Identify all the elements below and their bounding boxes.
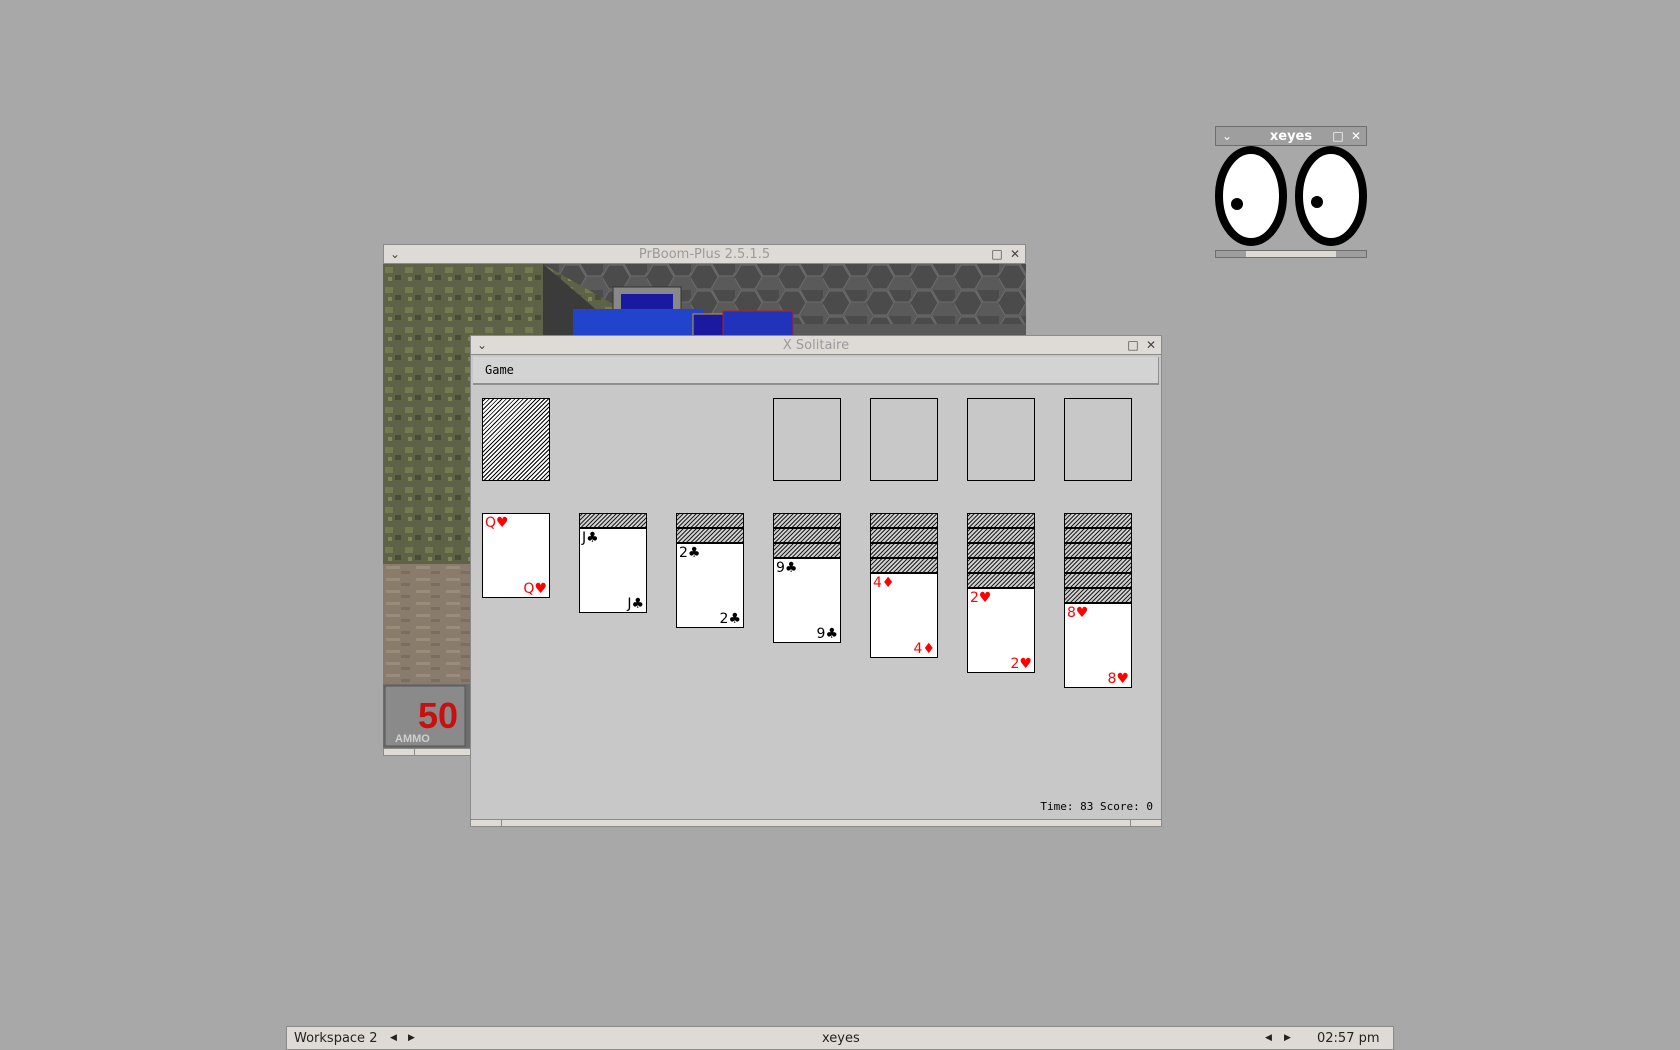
resize-handle[interactable] bbox=[1215, 250, 1367, 258]
next-window-icon[interactable]: ▶ bbox=[1284, 1033, 1291, 1043]
minimize-icon[interactable]: ⌄ bbox=[387, 246, 403, 262]
right-pupil bbox=[1311, 196, 1323, 208]
card-label-bottom: 8♥ bbox=[1107, 671, 1129, 687]
card-label-bottom: Q♥ bbox=[523, 581, 547, 597]
next-workspace-icon[interactable]: ▶ bbox=[408, 1033, 415, 1043]
card-back[interactable] bbox=[967, 528, 1035, 543]
ammo-label: AMMO bbox=[395, 733, 430, 745]
face-up-card[interactable]: 9♣ 9♣ bbox=[773, 558, 841, 643]
card-label-top: 2♣ bbox=[679, 545, 701, 561]
card-label-bottom: 2♥ bbox=[1010, 656, 1032, 672]
card-back[interactable] bbox=[1064, 513, 1132, 528]
maximize-icon[interactable]: □ bbox=[989, 246, 1005, 262]
card-back[interactable] bbox=[967, 513, 1035, 528]
card-back[interactable] bbox=[870, 528, 938, 543]
window-title: X Solitaire bbox=[782, 337, 850, 353]
card-label-top: Q♥ bbox=[485, 515, 509, 531]
card-back[interactable] bbox=[773, 513, 841, 528]
card-back[interactable] bbox=[676, 528, 744, 543]
menu-bar: Game bbox=[473, 357, 1159, 385]
stock-pile[interactable] bbox=[482, 398, 550, 481]
maximize-icon[interactable]: □ bbox=[1125, 337, 1141, 353]
solitaire-table: Game Q♥ Q♥ J♣ J♣ 2♣ 2♣ 9♣ 9♣ 4♦ 4♦ 2♥ 2♥ 8♥ 8♥ Time: … bbox=[470, 355, 1162, 819]
prev-window-icon[interactable]: ◀ bbox=[1265, 1033, 1272, 1043]
face-up-card[interactable]: J♣ J♣ bbox=[579, 528, 647, 613]
card-back[interactable] bbox=[1064, 558, 1132, 573]
solitaire-titlebar[interactable]: ⌄ X Solitaire □ ✕ bbox=[470, 335, 1162, 355]
card-label-top: 8♥ bbox=[1067, 605, 1089, 621]
foundation-slot[interactable] bbox=[870, 398, 938, 481]
card-back[interactable] bbox=[1064, 528, 1132, 543]
face-up-card[interactable]: 2♥ 2♥ bbox=[967, 588, 1035, 673]
card-back[interactable] bbox=[967, 543, 1035, 558]
taskbar: Workspace 2 ◀ ▶ xeyes ◀ ▶ 02:57 pm bbox=[286, 1026, 1394, 1050]
face-up-card[interactable]: 4♦ 4♦ bbox=[870, 573, 938, 658]
prev-workspace-icon[interactable]: ◀ bbox=[390, 1033, 397, 1043]
menu-game[interactable]: Game bbox=[485, 363, 514, 377]
left-eye bbox=[1215, 146, 1287, 246]
face-up-card[interactable]: 8♥ 8♥ bbox=[1064, 603, 1132, 688]
card-label-bottom: 4♦ bbox=[913, 641, 935, 657]
eyes-area bbox=[1215, 146, 1367, 250]
left-pupil bbox=[1231, 198, 1243, 210]
card-back[interactable] bbox=[870, 558, 938, 573]
card-label-top: 2♥ bbox=[970, 590, 992, 606]
foundation-slot[interactable] bbox=[967, 398, 1035, 481]
face-up-card[interactable]: 2♣ 2♣ bbox=[676, 543, 744, 628]
window-title: xeyes bbox=[1269, 128, 1313, 144]
card-label-top: 4♦ bbox=[873, 575, 895, 591]
card-back[interactable] bbox=[870, 513, 938, 528]
card-back[interactable] bbox=[1064, 543, 1132, 558]
card-label-bottom: 9♣ bbox=[816, 626, 838, 642]
card-back[interactable] bbox=[967, 573, 1035, 588]
card-label-bottom: J♣ bbox=[627, 596, 644, 612]
card-back[interactable] bbox=[773, 528, 841, 543]
card-label-bottom: 2♣ bbox=[719, 611, 741, 627]
ammo-count: 50 bbox=[418, 695, 458, 736]
prboom-titlebar[interactable]: ⌄ PrBoom-Plus 2.5.1.5 □ ✕ bbox=[383, 244, 1026, 264]
minimize-icon[interactable]: ⌄ bbox=[474, 337, 490, 353]
card-back[interactable] bbox=[773, 543, 841, 558]
clock: 02:57 pm bbox=[1317, 1031, 1380, 1046]
xeyes-window[interactable]: ⌄ xeyes □ ✕ bbox=[1215, 126, 1367, 258]
card-back[interactable] bbox=[579, 513, 647, 528]
status-text: Time: 83 Score: 0 bbox=[1040, 800, 1153, 813]
active-window-label[interactable]: xeyes bbox=[822, 1031, 860, 1046]
foundation-slot[interactable] bbox=[773, 398, 841, 481]
card-label-top: 9♣ bbox=[776, 560, 798, 576]
close-icon[interactable]: ✕ bbox=[1143, 337, 1159, 353]
card-back[interactable] bbox=[1064, 588, 1132, 603]
card-back[interactable] bbox=[1064, 573, 1132, 588]
resize-handle[interactable] bbox=[470, 819, 1162, 827]
workspace-name: Workspace 2 bbox=[294, 1031, 378, 1046]
close-icon[interactable]: ✕ bbox=[1007, 246, 1023, 262]
card-label-top: J♣ bbox=[582, 530, 599, 546]
window-title: PrBoom-Plus 2.5.1.5 bbox=[638, 246, 771, 262]
card-back[interactable] bbox=[870, 543, 938, 558]
card-back[interactable] bbox=[676, 513, 744, 528]
maximize-icon[interactable]: □ bbox=[1330, 128, 1346, 144]
face-up-card[interactable]: Q♥ Q♥ bbox=[482, 513, 550, 598]
minimize-icon[interactable]: ⌄ bbox=[1219, 128, 1235, 144]
right-eye bbox=[1295, 146, 1367, 246]
card-back[interactable] bbox=[967, 558, 1035, 573]
xeyes-titlebar[interactable]: ⌄ xeyes □ ✕ bbox=[1215, 126, 1367, 146]
foundation-slot[interactable] bbox=[1064, 398, 1132, 481]
close-icon[interactable]: ✕ bbox=[1348, 128, 1364, 144]
solitaire-window[interactable]: ⌄ X Solitaire □ ✕ Game Q♥ Q♥ J♣ J♣ 2♣ 2♣ 9♣ 9♣ 4… bbox=[470, 335, 1162, 827]
